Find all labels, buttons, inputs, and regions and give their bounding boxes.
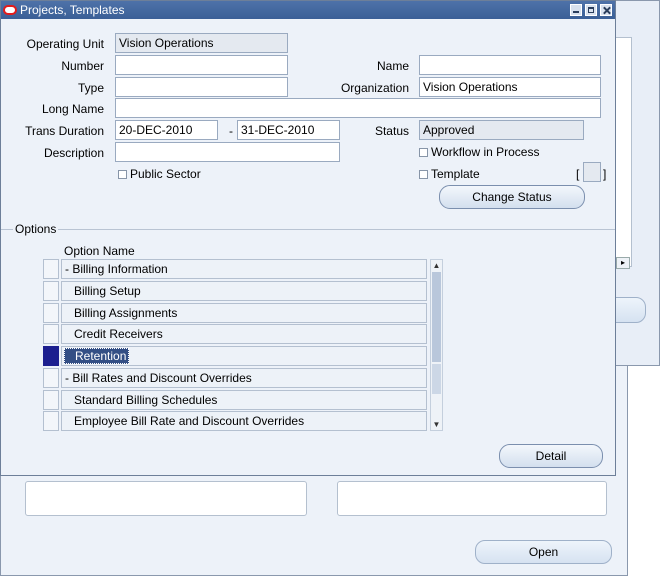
projects-templates-window: Projects, Templates Operating Unit Visio… [0,0,616,476]
template-checkbox-box[interactable] [419,169,428,179]
row-selector[interactable] [43,303,59,323]
operating-unit-field[interactable]: Vision Operations [115,33,288,53]
organization-label: Organization [340,81,409,95]
option-label: Retention [64,348,130,364]
option-label: Billing Setup [74,284,141,298]
public-sector-checkbox-box[interactable] [118,169,127,179]
option-label: Employee Bill Rate and Discount Override… [74,414,305,428]
option-name-header: Option Name [64,244,135,258]
number-label: Number [61,59,104,73]
template-checkbox[interactable]: Template [419,167,480,181]
long-name-field[interactable] [115,98,601,118]
bg-panel-right [337,481,607,516]
list-item[interactable]: Billing Setup [43,281,427,301]
option-label: Billing Assignments [74,306,178,320]
row-selector[interactable] [43,281,59,301]
name-label: Name [376,59,409,73]
workflow-checkbox[interactable]: Workflow in Process [419,145,539,159]
open-button[interactable]: Open [475,540,612,564]
title-bar: Projects, Templates [1,1,615,19]
bg-panel-left [25,481,307,516]
type-field[interactable] [115,77,288,97]
row-selector[interactable] [43,259,59,279]
option-cell[interactable]: Retention [61,346,427,366]
trans-separator: - [229,124,233,138]
organization-field[interactable]: Vision Operations [419,77,601,97]
scroll-up-icon[interactable]: ▲ [431,260,442,271]
public-sector-checkbox[interactable]: Public Sector [118,167,201,181]
option-cell[interactable]: - Billing Information [61,259,427,279]
status-label: Status [374,124,409,138]
list-item[interactable]: - Bill Rates and Discount Overrides [43,368,427,388]
option-cell[interactable]: Employee Bill Rate and Discount Override… [61,411,427,431]
options-section-label: Options [13,222,59,236]
scroll-down-icon[interactable]: ▼ [431,419,442,430]
change-status-label: Change Status [472,190,552,204]
context-field[interactable] [583,162,601,182]
description-field[interactable] [115,142,340,162]
trans-duration-label: Trans Duration [25,124,104,138]
close-icon[interactable] [600,4,612,16]
list-item[interactable]: Employee Bill Rate and Discount Override… [43,411,427,431]
bg-scroll-right-icon[interactable]: ▸ [616,257,630,269]
detail-label: Detail [535,449,567,463]
options-separator [1,229,615,230]
list-item[interactable]: Standard Billing Schedules [43,390,427,410]
row-selector[interactable] [43,411,59,431]
type-label: Type [77,81,104,95]
row-selector[interactable] [43,368,59,388]
options-scrollbar[interactable]: ▲ ▼ [430,259,443,431]
option-label: Standard Billing Schedules [74,393,218,407]
change-status-button[interactable]: Change Status [439,185,585,209]
description-label: Description [43,146,104,160]
scroll-thumb[interactable] [432,272,441,362]
trans-end-field[interactable]: 31-DEC-2010 [237,120,340,140]
operating-unit-label: Operating Unit [26,37,104,51]
public-sector-label: Public Sector [130,167,201,181]
row-selector[interactable] [43,346,59,366]
oracle-logo-icon [3,5,17,15]
trans-start-field[interactable]: 20-DEC-2010 [115,120,218,140]
option-cell[interactable]: - Bill Rates and Discount Overrides [61,368,427,388]
option-cell[interactable]: Billing Assignments [61,303,427,323]
option-cell[interactable]: Billing Setup [61,281,427,301]
workflow-label: Workflow in Process [431,145,540,159]
option-cell[interactable]: Standard Billing Schedules [61,390,427,410]
list-item-selected[interactable]: Retention [43,346,427,366]
window-title: Projects, Templates [20,3,125,17]
bracket-right: ] [603,167,607,181]
maximize-icon[interactable] [585,4,597,16]
list-item[interactable]: Billing Assignments [43,303,427,323]
row-selector[interactable] [43,324,59,344]
list-item[interactable]: - Billing Information [43,259,427,279]
detail-button[interactable]: Detail [499,444,603,468]
option-label: - Bill Rates and Discount Overrides [65,371,252,385]
template-label: Template [431,167,480,181]
row-selector[interactable] [43,390,59,410]
option-cell[interactable]: Credit Receivers [61,324,427,344]
list-item[interactable]: Credit Receivers [43,324,427,344]
number-field[interactable] [115,55,288,75]
scroll-grip-icon[interactable] [432,364,441,394]
option-label: - Billing Information [65,262,168,276]
name-field[interactable] [419,55,601,75]
status-field[interactable]: Approved [419,120,584,140]
option-label: Credit Receivers [74,327,163,341]
long-name-label: Long Name [41,102,104,116]
open-button-label: Open [528,545,559,559]
bracket-left: [ [576,167,580,181]
minimize-icon[interactable] [570,4,582,16]
workflow-checkbox-box[interactable] [419,147,428,157]
